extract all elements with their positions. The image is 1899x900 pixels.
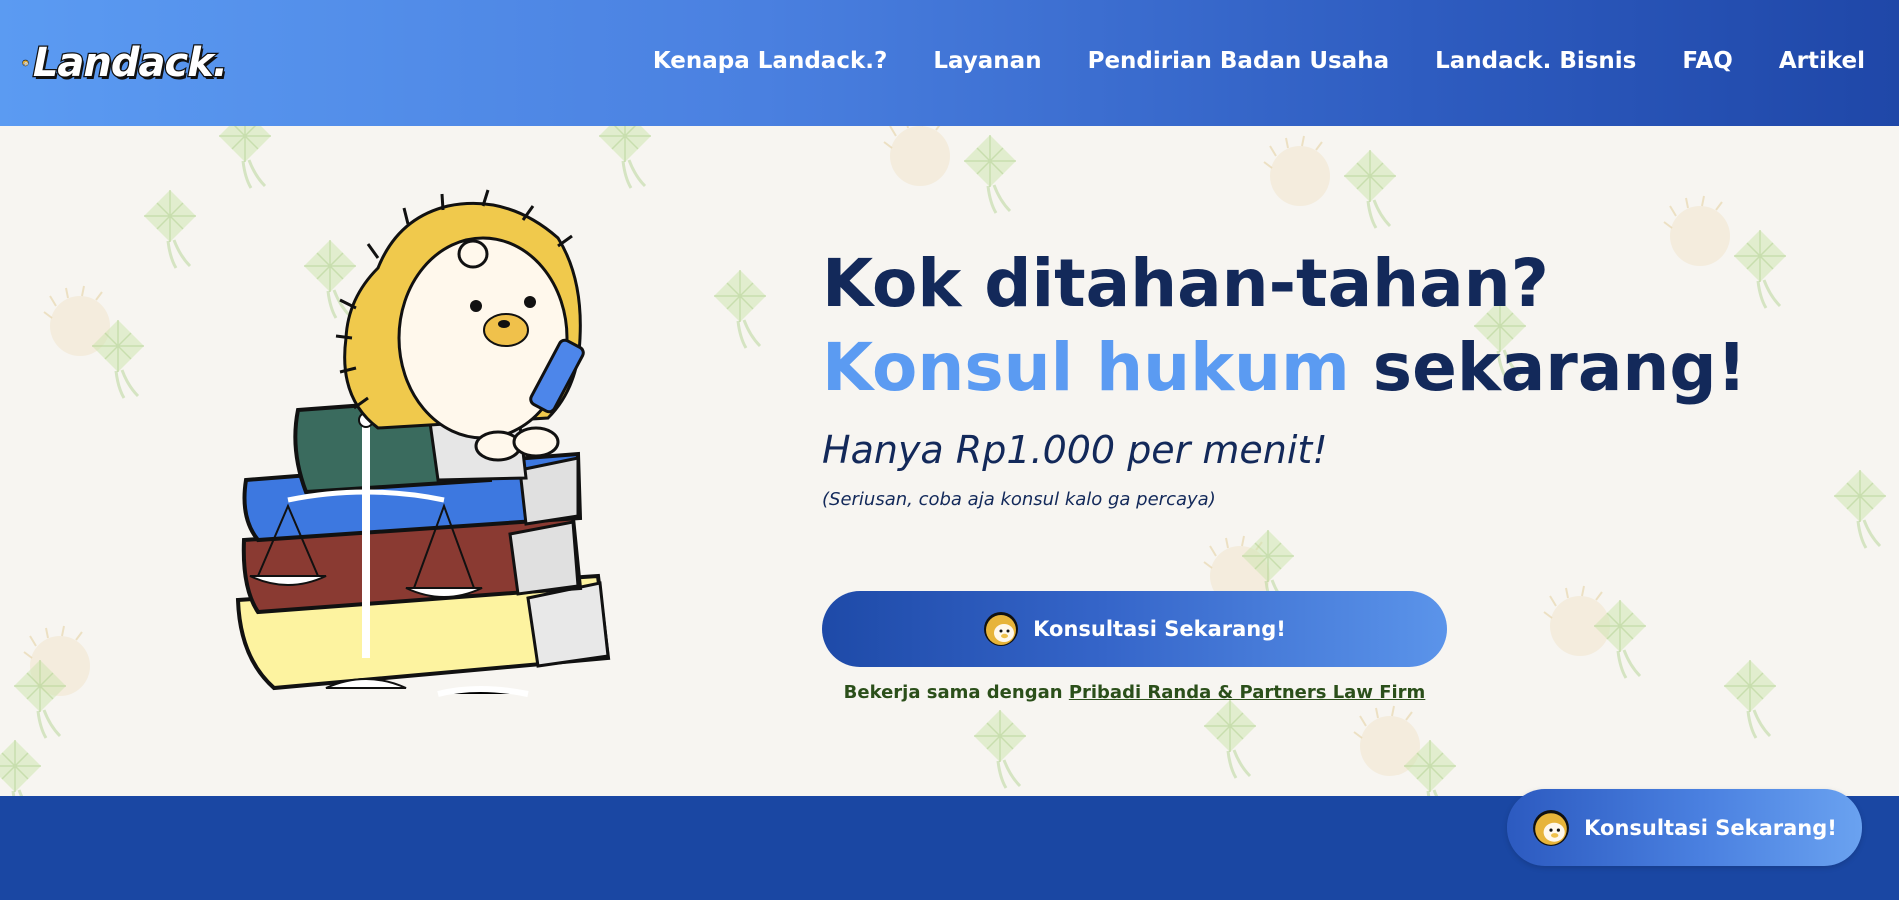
partner-law-firm-link[interactable]: Pribadi Randa & Partners Law Firm bbox=[1069, 682, 1426, 703]
headline-line-1: Kok ditahan-tahan? bbox=[822, 245, 1549, 322]
hedgehog-on-law-books-illustration bbox=[235, 189, 611, 697]
price-tagline: Hanya Rp1.000 per menit! bbox=[822, 428, 1328, 472]
hedgehog-avatar-icon bbox=[1533, 809, 1570, 846]
hero-section: Kok ditahan-tahan? Konsul hukum sekarang… bbox=[0, 126, 1899, 796]
floating-consult-button[interactable]: Konsultasi Sekarang! bbox=[1507, 789, 1862, 866]
partner-prefix: Bekerja sama dengan bbox=[843, 682, 1069, 703]
partner-credit: Bekerja sama dengan Pribadi Randa & Part… bbox=[822, 682, 1447, 703]
nav-link-artikel[interactable]: Artikel bbox=[1779, 48, 1865, 74]
hedgehog-mascot-icon bbox=[22, 59, 29, 67]
nav-link-layanan[interactable]: Layanan bbox=[933, 48, 1041, 74]
floating-consult-label: Konsultasi Sekarang! bbox=[1584, 815, 1837, 840]
nav-link-landack-bisnis[interactable]: Landack. Bisnis bbox=[1435, 48, 1636, 74]
nav-link-kenapa-landack[interactable]: Kenapa Landack.? bbox=[653, 48, 887, 74]
hero-headline: Kok ditahan-tahan? Konsul hukum sekarang… bbox=[822, 242, 1747, 410]
top-navbar: Landack. Kenapa Landack.? Layanan Pendir… bbox=[0, 0, 1899, 126]
logo-wordmark: Landack. bbox=[32, 39, 230, 88]
main-nav: Kenapa Landack.? Layanan Pendirian Badan… bbox=[653, 48, 1865, 74]
nav-link-pendirian-badan-usaha[interactable]: Pendirian Badan Usaha bbox=[1088, 48, 1390, 74]
headline-rest: sekarang! bbox=[1349, 329, 1747, 406]
consult-now-label: Konsultasi Sekarang! bbox=[1033, 617, 1286, 641]
consult-now-button[interactable]: Konsultasi Sekarang! bbox=[822, 591, 1447, 667]
price-note: (Seriusan, coba aja konsul kalo ga perca… bbox=[822, 489, 1216, 510]
hedgehog-avatar-icon bbox=[984, 612, 1019, 646]
headline-accent: Konsul hukum bbox=[822, 329, 1350, 406]
nav-link-faq[interactable]: FAQ bbox=[1682, 48, 1732, 74]
brand-logo[interactable]: Landack. bbox=[22, 34, 230, 92]
